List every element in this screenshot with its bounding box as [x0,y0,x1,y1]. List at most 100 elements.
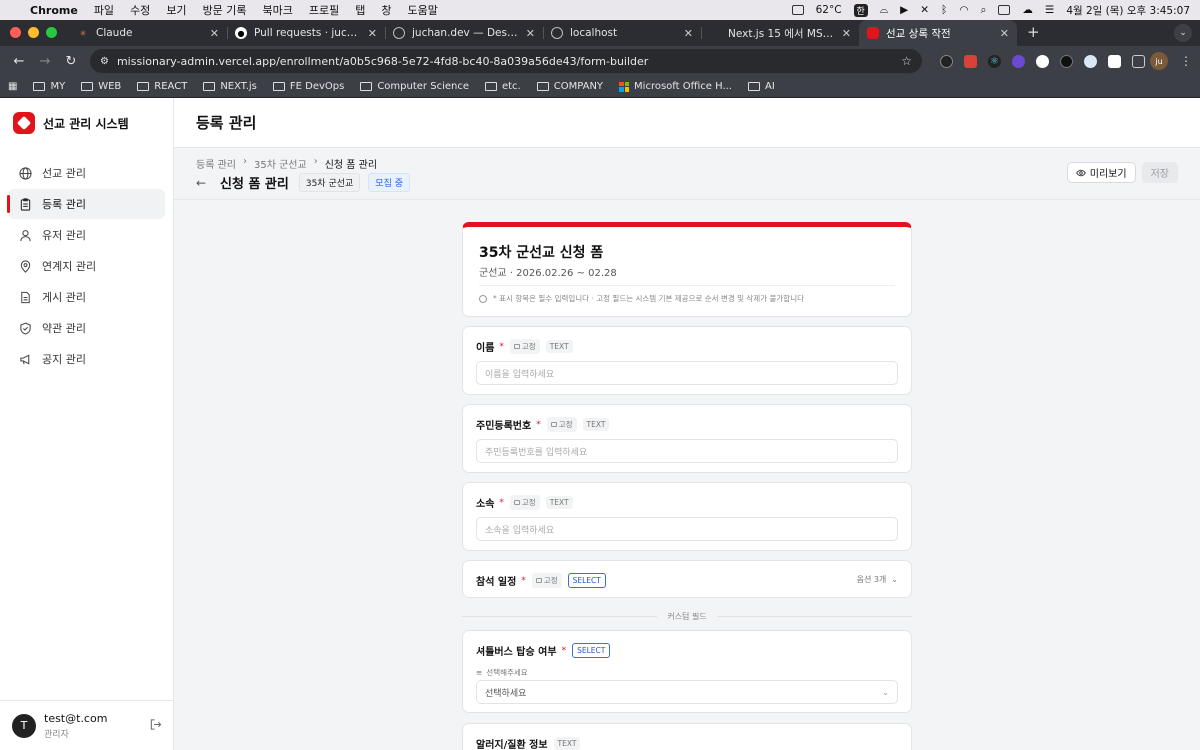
field-head: 이름 * 고정 TEXT [476,339,573,354]
name-input[interactable]: 이름을 입력하세요 [476,361,898,385]
eye-icon [1076,169,1086,176]
apps-grid-icon[interactable]: ▦ [8,81,17,92]
menu-bookmarks[interactable]: 북마크 [263,2,293,18]
spotlight-icon[interactable]: ⌕ [981,4,987,17]
extension-circle-icon[interactable] [1036,54,1049,68]
bookmark-folder[interactable]: REACT [137,81,187,92]
forward-icon[interactable]: → [34,50,56,72]
browser-tab-active[interactable]: 선교 상록 작전 ✕ [859,20,1017,46]
menu-help[interactable]: 도움말 [408,2,438,18]
cloud-icon[interactable]: ☁ [1022,4,1033,16]
avatar[interactable]: T [12,713,36,738]
close-icon[interactable]: ✕ [526,27,535,40]
close-icon[interactable]: ✕ [842,27,851,40]
close-icon[interactable]: ✕ [684,27,693,40]
field-card[interactable]: 이름 * 고정 TEXT 이름을 입력하세요 [462,326,912,395]
back-arrow-icon[interactable]: ← [196,176,212,190]
input-method-icon[interactable]: 한 [853,3,868,17]
bookmark-folder[interactable]: NEXT.js [203,81,257,92]
battery-icon[interactable] [998,5,1011,15]
mute-icon[interactable]: ✕ [920,4,929,16]
bookmark-folder[interactable]: MY [33,81,65,92]
sidebar-item-users[interactable]: 유저 관리 [8,220,165,250]
custom-field-card[interactable]: 셔틀버스 탑승 여부 * SELECT ≡ 선택해주세요 선택하세요 ⌄ [462,630,912,713]
browser-tab[interactable]: juchan.dev — Design Mockup ✕ [385,20,543,46]
bookmark-folder[interactable]: FE DevOps [272,81,344,92]
tab-search-icon[interactable]: ⌄ [1174,24,1192,42]
save-button[interactable]: 저장 [1141,162,1178,183]
sidebar-item-enrollment[interactable]: 등록 관리 [7,189,165,219]
bookmark-folder[interactable]: WEB [81,81,121,92]
clock-text[interactable]: 4월 2일 (목) 오후 3:45:07 [1066,3,1190,18]
address-bar[interactable]: ⚙ missionary-admin.vercel.app/enrollment… [90,49,922,73]
glasses-icon[interactable]: ⌓ [880,4,888,17]
divider [479,285,895,286]
logout-icon[interactable] [149,718,162,734]
bookmark-folder[interactable]: AI [747,81,775,92]
clipboard-icon [18,197,32,211]
menu-tab[interactable]: 탭 [355,2,365,18]
chevron-down-icon: ⌄ [891,575,898,584]
sidebar-item-partners[interactable]: 연계지 관리 [8,251,165,281]
breadcrumb-item[interactable]: 등록 관리 [196,156,236,171]
wifi-icon[interactable]: ◠ [959,4,968,16]
minimize-window-button[interactable] [28,27,39,38]
reload-icon[interactable]: ↻ [60,50,82,72]
preview-button[interactable]: 미리보기 [1066,162,1136,183]
bookmark-folder[interactable]: Computer Science [360,81,469,92]
bookmark-folder[interactable]: etc. [484,81,521,92]
back-icon[interactable]: ← [8,50,30,72]
bookmark-link[interactable]: Microsoft Office H... [619,81,732,92]
react-devtools-icon[interactable]: ⚛ [988,54,1001,68]
sidebar-item-label: 등록 관리 [42,198,86,211]
url-text[interactable]: missionary-admin.vercel.app/enrollment/a… [117,55,893,68]
close-icon[interactable]: ✕ [210,27,219,40]
menu-edit[interactable]: 수정 [130,2,150,18]
extensions-puzzle-icon[interactable] [1132,54,1145,68]
extension-square-icon[interactable] [1108,54,1121,68]
timer-extension-icon[interactable] [940,54,953,68]
menu-history[interactable]: 방문 기록 [203,2,247,18]
browser-tab[interactable]: Next.js 15 에서 MSW 적용하기 | ✕ [701,20,859,46]
field-card[interactable]: 소속 * 고정 TEXT 소속을 입력하세요 [462,482,912,551]
more-menu-icon[interactable]: ⋮ [1180,54,1192,68]
custom-field-card[interactable]: 알러지/질환 정보 TEXT [462,723,912,750]
sidebar-item-mission[interactable]: 선교 관리 [8,158,165,188]
menu-window[interactable]: 창 [381,2,391,18]
zoom-window-button[interactable] [46,27,57,38]
site-info-icon[interactable]: ⚙ [100,56,109,67]
app-menu[interactable]: Chrome [30,4,78,17]
adblock-extension-icon[interactable] [964,54,977,68]
browser-tab[interactable]: ● Pull requests · juchanhwang/m ✕ [227,20,385,46]
shuttle-select[interactable]: 선택하세요 ⌄ [476,680,898,704]
play-icon[interactable]: ▶ [900,4,908,16]
close-icon[interactable]: ✕ [368,27,377,40]
extension-cloud-icon[interactable] [1084,54,1097,68]
sidebar-item-posts[interactable]: 게시 관리 [8,282,165,312]
field-card[interactable]: 주민등록번호 * 고정 TEXT 주민등록번호를 입력하세요 [462,404,912,473]
profile-avatar[interactable]: ju [1150,52,1168,70]
control-center-icon[interactable]: ☰ [1045,4,1054,16]
browser-tab[interactable]: ✳ Claude ✕ [69,20,227,46]
browser-tab[interactable]: localhost ✕ [543,20,701,46]
options-toggle[interactable]: 옵션 3개 ⌄ [857,574,898,585]
breadcrumb-item[interactable]: 35차 군선교 [254,156,307,171]
brand[interactable]: 선교 관리 시스템 [0,98,173,148]
extension-dark-icon[interactable] [1060,54,1073,68]
bluetooth-icon[interactable]: ᛒ [941,4,947,16]
sidebar-item-terms[interactable]: 약관 관리 [8,313,165,343]
folder-icon [360,82,373,91]
new-tab-button[interactable]: + [1017,23,1050,46]
close-window-button[interactable] [10,27,21,38]
menu-file[interactable]: 파일 [94,2,114,18]
bookmark-star-icon[interactable]: ☆ [901,54,912,68]
extension-b-icon[interactable] [1012,54,1025,68]
menu-view[interactable]: 보기 [166,2,186,18]
sidebar-item-notices[interactable]: 공지 관리 [8,344,165,374]
menu-profiles[interactable]: 프로필 [309,2,339,18]
close-icon[interactable]: ✕ [1000,27,1009,40]
bookmark-folder[interactable]: COMPANY [536,81,603,92]
affiliation-input[interactable]: 소속을 입력하세요 [476,517,898,541]
field-card[interactable]: 참석 일정 * 고정 SELECT 옵션 3개 ⌄ [462,560,912,598]
rrn-input[interactable]: 주민등록번호를 입력하세요 [476,439,898,463]
